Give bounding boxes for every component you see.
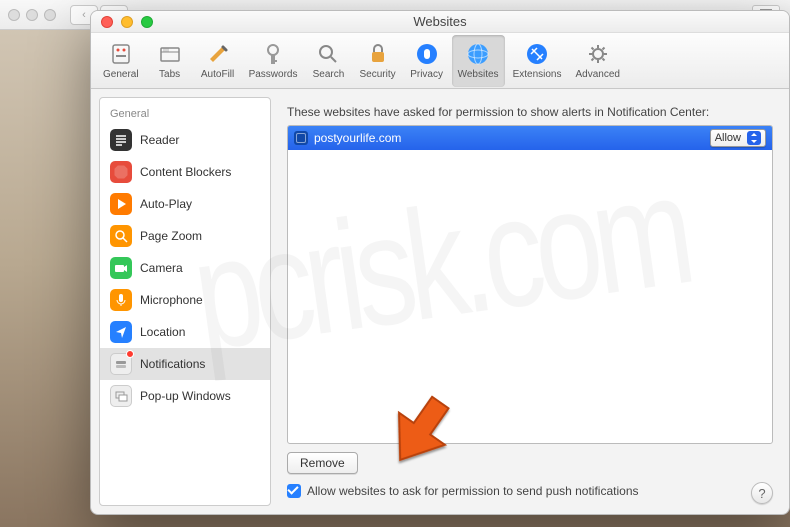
sidebar: General Reader Content Blockers Auto-Pla… — [99, 97, 271, 506]
titlebar: Websites — [91, 11, 789, 33]
camera-icon — [110, 257, 132, 279]
website-row[interactable]: postyourlife.com Allow — [288, 126, 772, 150]
reader-icon — [110, 129, 132, 151]
remove-button[interactable]: Remove — [287, 452, 358, 474]
checkbox-label: Allow websites to ask for permission to … — [307, 484, 639, 498]
sidebar-item-content-blockers[interactable]: Content Blockers — [100, 156, 270, 188]
sidebar-item-camera[interactable]: Camera — [100, 252, 270, 284]
sidebar-item-location[interactable]: Location — [100, 316, 270, 348]
main-panel: These websites have asked for permission… — [279, 97, 781, 506]
help-button[interactable]: ? — [751, 482, 773, 504]
tab-advanced[interactable]: Advanced — [569, 35, 625, 87]
badge-dot — [126, 350, 134, 358]
outer-traffic-light — [8, 9, 20, 21]
advanced-icon — [585, 41, 611, 67]
websites-list[interactable]: postyourlife.com Allow — [287, 125, 773, 444]
allow-ask-checkbox[interactable] — [287, 484, 301, 498]
sidebar-item-page-zoom[interactable]: Page Zoom — [100, 220, 270, 252]
site-domain: postyourlife.com — [314, 131, 401, 145]
chevron-updown-icon — [747, 131, 761, 145]
description-text: These websites have asked for permission… — [287, 105, 773, 119]
preferences-window: Websites General Tabs AutoFill Passwords… — [90, 10, 790, 515]
sidebar-item-notifications[interactable]: Notifications — [100, 348, 270, 380]
popup-icon — [110, 385, 132, 407]
tab-websites[interactable]: Websites — [452, 35, 505, 87]
sidebar-header: General — [100, 104, 270, 124]
tab-security[interactable]: Security — [353, 35, 401, 87]
sidebar-item-reader[interactable]: Reader — [100, 124, 270, 156]
tab-privacy[interactable]: Privacy — [404, 35, 450, 87]
preferences-toolbar: General Tabs AutoFill Passwords Search S… — [91, 33, 789, 89]
tab-autofill[interactable]: AutoFill — [195, 35, 241, 87]
tab-passwords[interactable]: Passwords — [243, 35, 304, 87]
sidebar-item-popup-windows[interactable]: Pop-up Windows — [100, 380, 270, 412]
tab-tabs[interactable]: Tabs — [147, 35, 193, 87]
extensions-icon — [524, 41, 550, 67]
websites-icon — [465, 41, 491, 67]
tab-general[interactable]: General — [97, 35, 145, 87]
play-icon — [110, 193, 132, 215]
outer-traffic-light — [44, 9, 56, 21]
permission-select[interactable]: Allow — [710, 129, 766, 147]
stop-icon — [110, 161, 132, 183]
microphone-icon — [110, 289, 132, 311]
location-icon — [110, 321, 132, 343]
sidebar-item-auto-play[interactable]: Auto-Play — [100, 188, 270, 220]
passwords-icon — [260, 41, 286, 67]
tabs-icon — [157, 41, 183, 67]
site-favicon — [294, 131, 308, 145]
window-title: Websites — [91, 14, 789, 29]
sidebar-item-microphone[interactable]: Microphone — [100, 284, 270, 316]
search-icon — [315, 41, 341, 67]
privacy-icon — [414, 41, 440, 67]
zoom-icon — [110, 225, 132, 247]
autofill-icon — [205, 41, 231, 67]
security-icon — [365, 41, 391, 67]
tab-search[interactable]: Search — [305, 35, 351, 87]
outer-traffic-light — [26, 9, 38, 21]
general-icon — [108, 41, 134, 67]
tab-extensions[interactable]: Extensions — [507, 35, 568, 87]
